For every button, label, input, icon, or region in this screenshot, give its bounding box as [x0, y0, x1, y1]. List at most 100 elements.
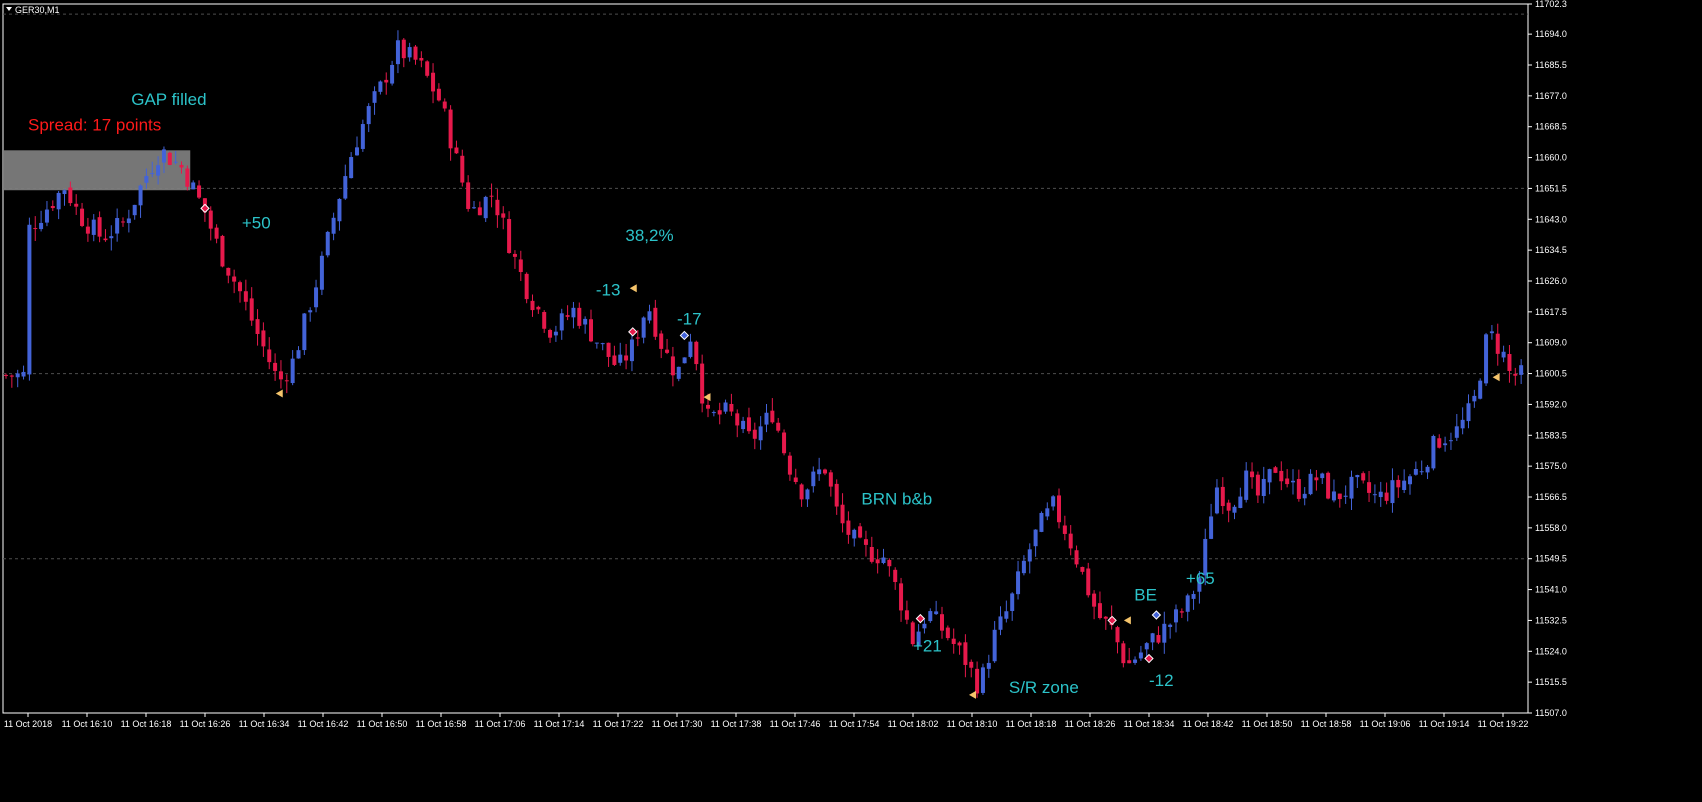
- candle-body: [799, 484, 804, 500]
- candle-body: [360, 124, 365, 149]
- annotation-label: BRN b&b: [861, 489, 932, 508]
- price-tick-label: 11558.0: [1535, 523, 1567, 533]
- candle-body: [1408, 476, 1412, 485]
- time-tick-label: 11 Oct 19:06: [1360, 719, 1411, 729]
- price-tick-label: 11685.5: [1535, 60, 1567, 70]
- candle-body: [893, 569, 898, 583]
- candle-body: [238, 282, 242, 292]
- price-tick-label: 11702.3: [1535, 0, 1567, 9]
- candle-body: [179, 164, 184, 168]
- candle-body: [191, 182, 196, 190]
- annotation-label: +50: [242, 213, 271, 232]
- annotation-label: BE: [1134, 585, 1157, 604]
- candle: [425, 60, 430, 78]
- candle-body: [1361, 473, 1366, 481]
- candle-body: [477, 207, 482, 216]
- candle-body: [1168, 624, 1173, 627]
- candle-body: [723, 402, 728, 412]
- annotation-label: Spread: 17 points: [28, 115, 161, 134]
- candle-body: [91, 219, 96, 235]
- candle-body: [1419, 471, 1424, 473]
- annotation-label: +65: [1186, 569, 1215, 588]
- time-tick-label: 11 Oct 17:14: [534, 719, 585, 729]
- candle-body: [694, 341, 699, 365]
- candle: [1039, 511, 1044, 533]
- candle-body: [711, 412, 716, 414]
- candle-body: [109, 236, 114, 239]
- candle-body: [1103, 616, 1108, 619]
- candle-body: [220, 235, 225, 267]
- candle-body: [565, 315, 570, 317]
- candle-body: [1314, 477, 1319, 481]
- candle-body: [1045, 508, 1050, 517]
- candle-body: [992, 629, 997, 662]
- candle-body: [700, 363, 705, 404]
- candle: [524, 272, 529, 304]
- annotation-label: +21: [913, 636, 942, 655]
- symbol-label[interactable]: GER30,M1: [15, 5, 60, 15]
- candle-body: [167, 152, 172, 165]
- candle-body: [852, 529, 857, 539]
- candle-body: [594, 342, 599, 344]
- candle-body: [1039, 512, 1044, 532]
- candle-body: [612, 355, 617, 365]
- candle: [1478, 378, 1483, 400]
- candle-body: [951, 638, 956, 644]
- candle-body: [378, 81, 383, 92]
- candle-body: [308, 310, 313, 313]
- time-tick-label: 11 Oct 16:26: [180, 719, 231, 729]
- candle-body: [776, 422, 781, 431]
- plot-area: [2, 3, 1529, 714]
- candle-body: [1162, 623, 1167, 643]
- time-tick-label: 11 Oct 19:14: [1419, 719, 1470, 729]
- candle-body: [1127, 660, 1132, 664]
- candle-body: [413, 46, 418, 60]
- price-tick-label: 11634.5: [1535, 245, 1567, 255]
- time-tick-label: 11 Oct 18:42: [1183, 719, 1234, 729]
- candle-body: [185, 168, 190, 187]
- candle-body: [331, 217, 336, 234]
- candle-body: [161, 149, 166, 163]
- candle-body: [1519, 365, 1524, 375]
- candle-body: [706, 404, 710, 409]
- price-chart[interactable]: Spread: 17 points GAP filled +50 38,2% -13 -1…: [0, 0, 1702, 797]
- candle-body: [659, 333, 664, 349]
- time-tick-label: 11 Oct 16:18: [121, 719, 172, 729]
- candle-body: [33, 228, 38, 230]
- chart-canvas: Spread: 17 points GAP filled +50 38,2% -13 -1…: [2, 0, 1567, 729]
- price-tick-label: 11566.5: [1535, 492, 1567, 502]
- time-tick-label: 11 Oct 18:34: [1124, 719, 1175, 729]
- candle-body: [261, 330, 266, 347]
- candle-body: [9, 375, 14, 377]
- candle-body: [770, 410, 775, 423]
- candle-body: [1337, 493, 1342, 500]
- candle-body: [419, 57, 424, 61]
- candle-body: [255, 319, 260, 334]
- candle-body: [138, 185, 143, 206]
- candle-body: [1372, 494, 1377, 496]
- candle-body: [1214, 487, 1219, 514]
- candle-body: [314, 287, 319, 308]
- candle-body: [1115, 627, 1120, 643]
- candle-body: [746, 417, 751, 432]
- time-tick-label: 11 Oct 2018: [4, 719, 52, 729]
- candle-body: [940, 614, 944, 631]
- candle-body: [483, 196, 488, 219]
- time-tick-label: 11 Oct 16:50: [357, 719, 408, 729]
- candle-body: [635, 337, 640, 339]
- candle-body: [1495, 333, 1500, 354]
- candle-body: [1448, 440, 1453, 442]
- candle-body: [355, 147, 359, 156]
- candle-body: [1331, 491, 1336, 501]
- candle-body: [922, 623, 927, 629]
- annotation-label: GAP filled: [131, 90, 206, 109]
- candle-body: [1027, 549, 1032, 562]
- candle-body: [1191, 594, 1196, 599]
- time-tick-label: 11 Oct 18:58: [1301, 719, 1352, 729]
- annotation-label: 38,2%: [625, 226, 673, 245]
- candle-body: [969, 661, 974, 668]
- candle-body: [782, 432, 787, 454]
- candle: [782, 429, 787, 456]
- candle-body: [1010, 593, 1015, 611]
- candle-body: [1343, 495, 1348, 497]
